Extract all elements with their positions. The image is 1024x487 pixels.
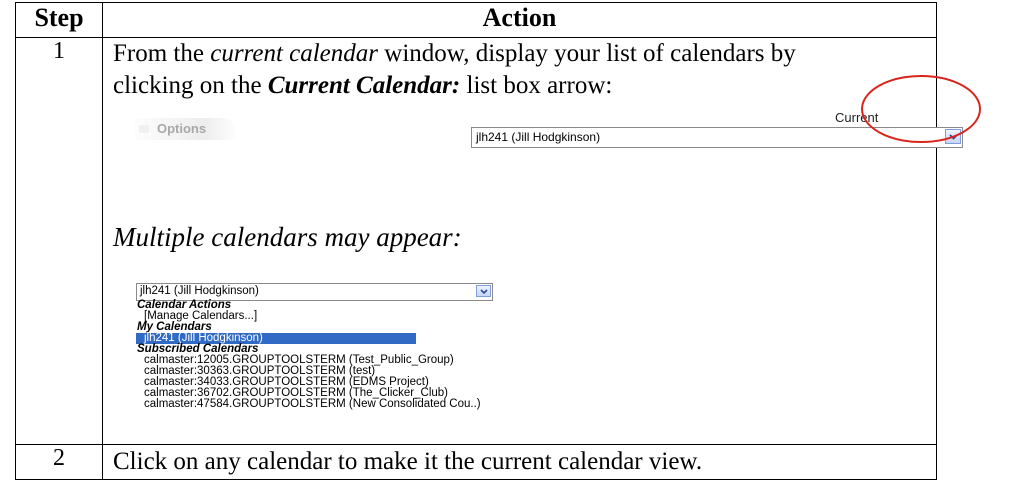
current-calendar-screenshot: Options Current Calendar: jlh241 (Jill H… [113, 110, 963, 170]
step-1-text: From the current calendar window, displa… [113, 40, 796, 99]
header-action: Action [102, 2, 937, 38]
instruction-table: Step Action 1 From the current calendar … [15, 2, 981, 480]
action-cell-1: From the current calendar window, displa… [102, 37, 981, 445]
current-calendar-value: jlh241 (Jill Hodgkinson) [476, 130, 601, 144]
header-step: Step [15, 2, 103, 38]
options-tab[interactable]: Options [135, 118, 235, 140]
options-tab-icon [139, 125, 149, 133]
current-calendar-select[interactable]: jlh241 (Jill Hodgkinson) [471, 127, 963, 148]
step-row-2: 2 Click on any calendar to make it the c… [15, 444, 937, 480]
chevron-down-icon[interactable] [945, 129, 961, 144]
step-2-text: Click on any calendar to make it the cur… [113, 448, 703, 475]
step-number-1: 1 [15, 37, 103, 445]
calendar-dropdown-screenshot: jlh241 (Jill Hodgkinson) Calendar Action… [136, 283, 796, 443]
options-tab-label: Options [157, 121, 207, 136]
chevron-down-icon[interactable] [476, 285, 491, 297]
step-row-1: 1 From the current calendar window, disp… [15, 37, 981, 445]
step-number-2: 2 [15, 444, 103, 480]
calendar-dropdown-list: Calendar Actions [Manage Calendars...] M… [136, 299, 481, 410]
header-row: Step Action [15, 2, 937, 38]
action-cell-2: Click on any calendar to make it the cur… [102, 444, 937, 480]
calendar-select-value: jlh241 (Jill Hodgkinson) [140, 285, 259, 297]
subscribed-calendar-item[interactable]: calmaster:47584.GROUPTOOLSTERM (New Cons… [136, 398, 481, 410]
multiple-calendars-note: Multiple calendars may appear: [113, 222, 462, 252]
